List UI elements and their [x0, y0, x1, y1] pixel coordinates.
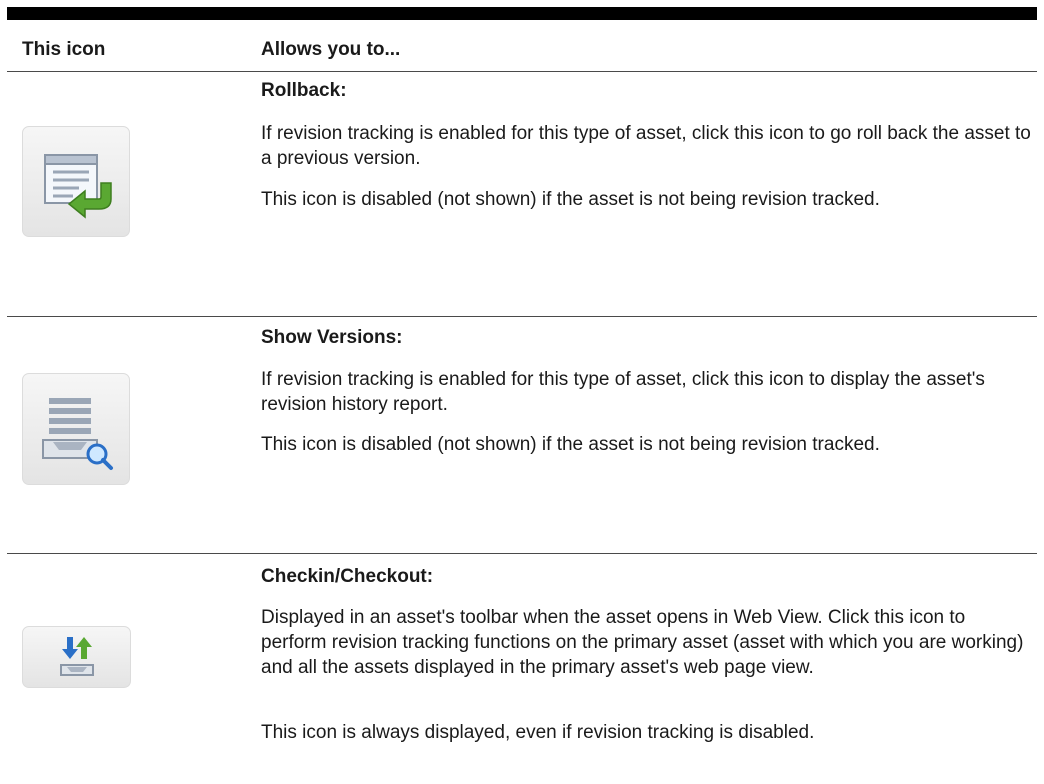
row-title: Rollback:: [261, 80, 347, 101]
row-paragraph: If revision tracking is enabled for this…: [261, 369, 985, 415]
row-paragraph: Displayed in an asset's toolbar when the…: [261, 607, 1024, 678]
row-paragraph: This icon is disabled (not shown) if the…: [261, 189, 880, 210]
row-divider: [7, 316, 1037, 317]
header-divider: [7, 71, 1037, 72]
show-versions-icon: [22, 373, 130, 485]
column-header-description: Allows you to...: [261, 39, 401, 60]
table-top-rule: [7, 7, 1037, 20]
row-paragraph: This icon is always displayed, even if r…: [261, 722, 815, 743]
row-paragraph: This icon is disabled (not shown) if the…: [261, 434, 880, 455]
row-divider: [7, 553, 1037, 554]
rollback-icon: [22, 126, 130, 237]
row-title: Show Versions:: [261, 327, 403, 348]
row-title: Checkin/Checkout:: [261, 566, 434, 587]
checkin-checkout-icon: [22, 626, 131, 688]
row-paragraph: If revision tracking is enabled for this…: [261, 123, 1031, 169]
column-header-icon: This icon: [22, 39, 106, 60]
